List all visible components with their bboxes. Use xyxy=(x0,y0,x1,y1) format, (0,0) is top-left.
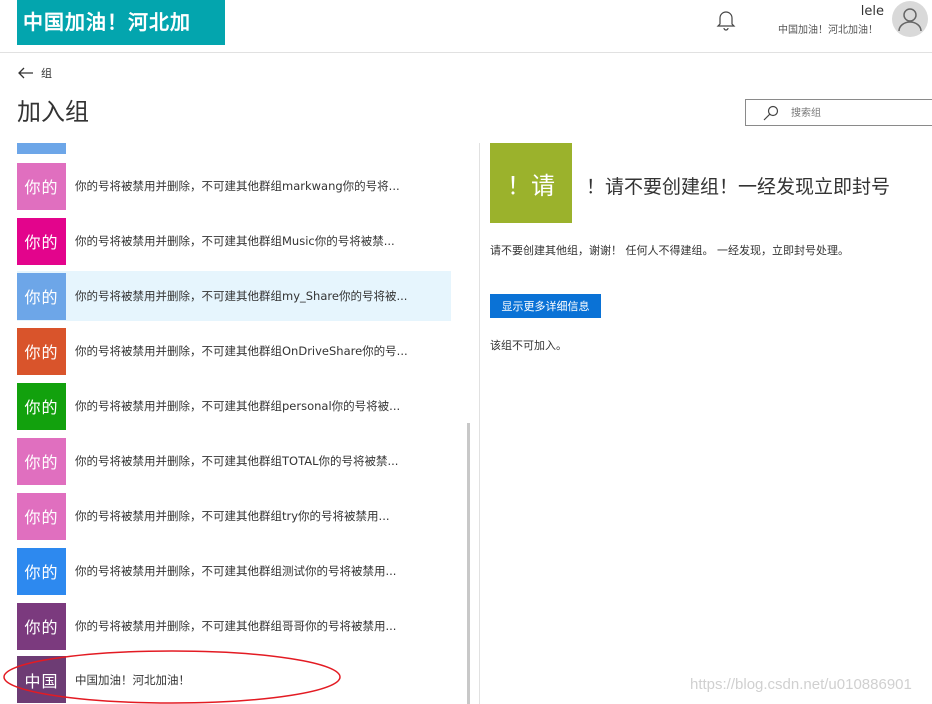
back-label: 组 xyxy=(41,67,52,80)
group-name: 你的号将被禁用并删除，不可建其他群组哥哥你的号将被禁用... xyxy=(75,619,397,633)
show-more-details-button[interactable]: 显示更多详细信息 xyxy=(490,294,601,318)
user-subtitle: 中国加油！河北加油！ xyxy=(778,25,878,36)
group-name: 你的号将被禁用并删除，不可建其他群组测试你的号将被禁用... xyxy=(75,564,397,578)
top-bar: 中国加油！河北加油！ lele 中国加油！河北加油！ xyxy=(0,0,932,79)
group-tile: 你的 xyxy=(17,272,66,320)
page-title: 加入组 xyxy=(17,98,89,126)
group-list-item[interactable]: 你的 你的号将被禁用并删除，不可建其他群组my_Share你的号将被... xyxy=(17,271,451,321)
group-list-item[interactable]: 你的 你的号将被禁用并删除，不可建其他群组personal你的号将被... xyxy=(17,381,451,431)
group-tile: 你的 xyxy=(17,162,66,210)
group-tile: 你的 xyxy=(17,547,66,595)
search-icon xyxy=(763,105,779,121)
group-name: 你的号将被禁用并删除，不可建其他群组TOTAL你的号将被禁... xyxy=(75,454,399,468)
detail-group-tile: ！请 xyxy=(490,143,572,223)
list-item-partial-tile xyxy=(17,143,66,154)
group-name: 你的号将被禁用并删除，不可建其他群组my_Share你的号将被... xyxy=(75,289,408,303)
divider xyxy=(479,143,480,704)
group-tile: 你的 xyxy=(17,382,66,430)
group-tile: 你的 xyxy=(17,327,66,375)
scrollbar[interactable] xyxy=(467,423,470,704)
join-status: 该组不可加入。 xyxy=(490,339,567,352)
group-list-item[interactable]: 你的 你的号将被禁用并删除，不可建其他群组OnDriveShare你的号... xyxy=(17,326,451,376)
search-input[interactable] xyxy=(789,103,932,124)
page: 中国加油！河北加油！ lele 中国加油！河北加油！ 组 加入组 你的你的号将被… xyxy=(0,0,932,704)
annotation-ellipse xyxy=(3,650,341,704)
group-name: 你的号将被禁用并删除，不可建其他群组markwang你的号将... xyxy=(75,179,400,193)
back-link[interactable]: 组 xyxy=(17,64,52,82)
group-tile: 你的 xyxy=(17,217,66,265)
group-tile: 你的 xyxy=(17,437,66,485)
bell-icon[interactable] xyxy=(716,8,736,32)
group-name: 你的号将被禁用并删除，不可建其他群组OnDriveShare你的号... xyxy=(75,344,408,358)
watermark: https://blog.csdn.net/u010886901 xyxy=(690,676,912,693)
group-list-item[interactable]: 你的 你的号将被禁用并删除，不可建其他群组TOTAL你的号将被禁... xyxy=(17,436,451,486)
brand-logo[interactable]: 中国加油！河北加油！ xyxy=(17,0,225,79)
group-name: 你的号将被禁用并删除，不可建其他群组Music你的号将被禁... xyxy=(75,234,395,248)
avatar[interactable] xyxy=(892,1,928,37)
detail-description: 请不要创建其他组，谢谢！ 任何人不得建组。 一经发现，立即封号处理。 xyxy=(490,244,849,257)
group-name: 你的号将被禁用并删除，不可建其他群组personal你的号将被... xyxy=(75,399,401,413)
group-list-item[interactable]: 你的 你的号将被禁用并删除，不可建其他群组markwang你的号将... xyxy=(17,161,451,211)
group-list-item[interactable]: 你的 你的号将被禁用并删除，不可建其他群组try你的号将被禁用... xyxy=(17,491,451,541)
search-box[interactable] xyxy=(745,99,932,126)
user-name: lele xyxy=(860,4,884,19)
group-list-item[interactable]: 你的 你的号将被禁用并删除，不可建其他群组Music你的号将被禁... xyxy=(17,216,451,266)
group-tile: 你的 xyxy=(17,492,66,540)
group-name: 你的号将被禁用并删除，不可建其他群组try你的号将被禁用... xyxy=(75,509,390,523)
back-arrow-icon xyxy=(18,67,33,79)
person-icon xyxy=(898,8,922,32)
detail-group-title: ！请不要创建组！一经发现立即封号 xyxy=(586,176,891,198)
group-list-item[interactable]: 你的 你的号将被禁用并删除，不可建其他群组测试你的号将被禁用... xyxy=(17,546,451,596)
